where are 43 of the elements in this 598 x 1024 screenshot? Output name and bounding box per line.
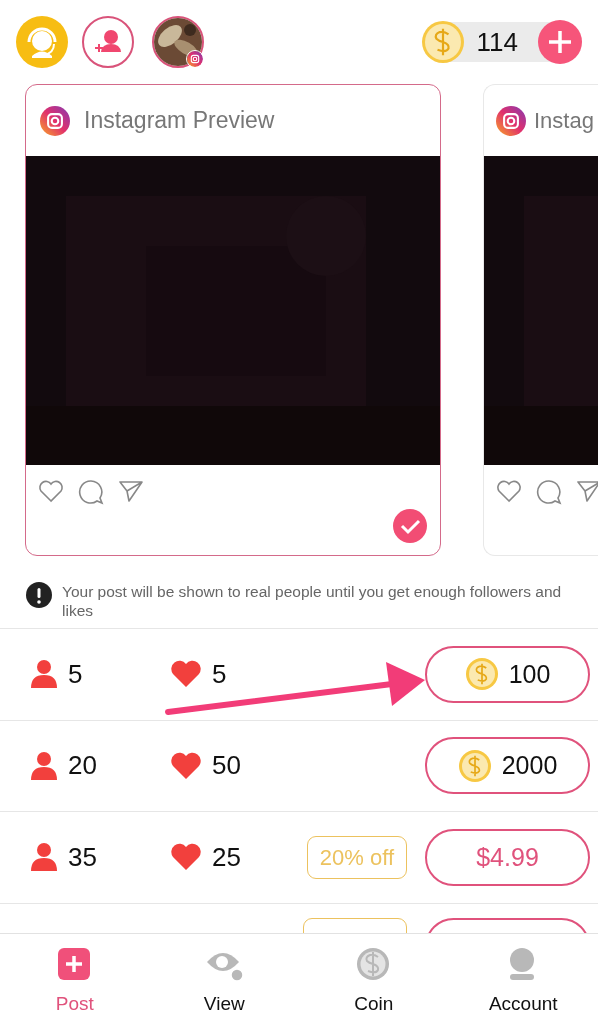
heart-icon [170, 842, 202, 873]
instagram-icon [40, 105, 70, 136]
coin-icon [464, 657, 499, 692]
like-count: 25 [212, 840, 241, 874]
preview-card[interactable]: Instag [483, 84, 598, 556]
instagram-icon [496, 105, 526, 136]
like-icon[interactable] [38, 479, 64, 503]
comment-icon[interactable] [536, 479, 562, 505]
instagram-icon [186, 50, 204, 68]
info-icon [26, 582, 52, 608]
follower-count: 35 [68, 840, 97, 874]
buy-button[interactable]: $4.99 [425, 828, 590, 886]
coin-icon [457, 748, 492, 783]
follower-count: 5 [68, 657, 83, 691]
follower-count: 20 [68, 749, 97, 783]
add-account-button[interactable] [82, 16, 134, 68]
discount-tag: 20% off [306, 835, 407, 879]
follower-icon [30, 750, 58, 781]
check-icon [393, 509, 427, 543]
card-title: Instag [534, 107, 594, 135]
avatar[interactable] [152, 16, 204, 68]
follower-icon [30, 659, 58, 690]
heart-icon [170, 750, 202, 781]
comment-icon[interactable] [78, 479, 104, 505]
add-coins-button[interactable] [538, 20, 582, 64]
follower-icon [30, 842, 58, 873]
nav-tab[interactable]: Account [448, 934, 598, 1024]
like-count: 5 [212, 657, 227, 691]
coin-icon [420, 20, 465, 64]
buy-button[interactable]: 2000 [425, 737, 590, 795]
like-icon[interactable] [496, 479, 522, 503]
share-icon[interactable] [576, 479, 598, 503]
heart-icon [170, 659, 202, 690]
coin-balance: 114 [475, 25, 519, 59]
nav-tab[interactable]: Coin [299, 934, 449, 1024]
preview-card[interactable]: Instagram Preview [25, 84, 441, 556]
buy-button[interactable]: 100 [425, 645, 590, 703]
share-icon[interactable] [118, 479, 144, 503]
nav-tab[interactable]: View [149, 934, 299, 1024]
nav-tab[interactable]: Post [0, 934, 150, 1024]
like-count: 50 [212, 749, 241, 783]
notice-text: Your post will be shown to real people until you get enough followers and likes [62, 582, 563, 620]
card-title: Instagram Preview [84, 106, 275, 136]
